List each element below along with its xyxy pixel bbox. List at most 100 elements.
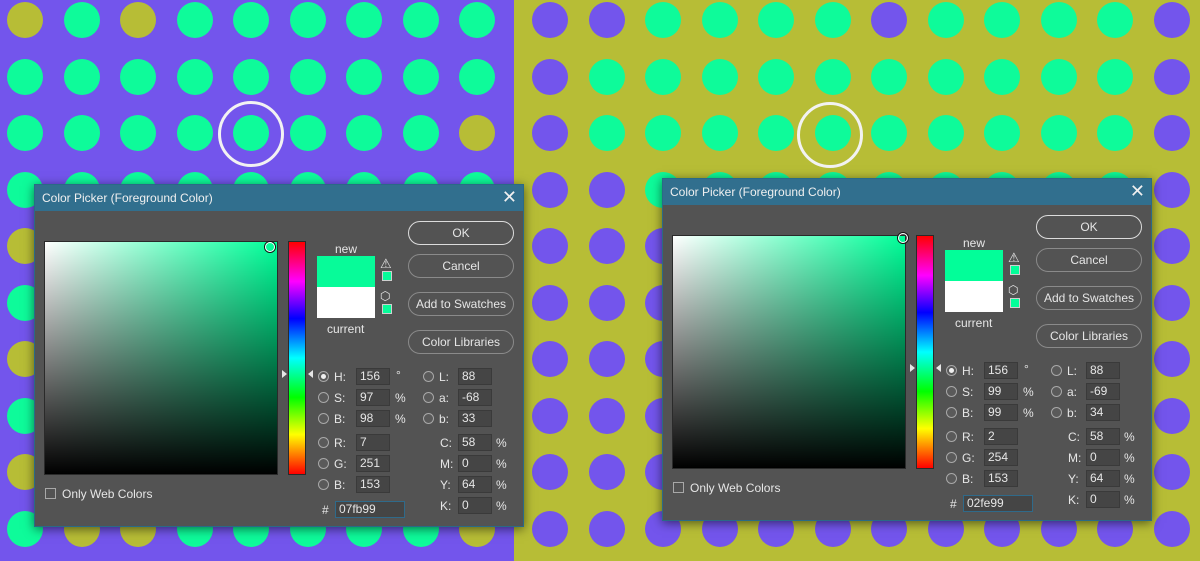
pattern-dot: [532, 454, 568, 490]
radio-blue[interactable]: [318, 479, 329, 490]
unit-pct-c: %: [496, 436, 507, 450]
color-libraries-button[interactable]: Color Libraries: [408, 330, 514, 354]
radio-h[interactable]: [318, 371, 329, 382]
input-y[interactable]: 64: [1086, 470, 1120, 487]
add-to-swatches-button[interactable]: Add to Swatches: [408, 292, 514, 316]
input-r[interactable]: 7: [356, 434, 390, 451]
input-b[interactable]: 99: [984, 404, 1018, 421]
saturation-brightness-field[interactable]: [672, 233, 908, 469]
pattern-dot: [459, 2, 495, 38]
input-h[interactable]: 156: [984, 362, 1018, 379]
hue-slider-left-arrow-icon[interactable]: [910, 363, 915, 372]
radio-a[interactable]: [1051, 386, 1062, 397]
input-lab-b[interactable]: 33: [458, 410, 492, 427]
web-safe-cube-icon[interactable]: ⬡: [380, 289, 390, 303]
web-safe-cube-icon[interactable]: ⬡: [1008, 283, 1018, 297]
pattern-dot: [588, 115, 625, 151]
radio-r[interactable]: [946, 431, 957, 442]
input-c[interactable]: 58: [1086, 428, 1120, 445]
input-k[interactable]: 0: [458, 497, 492, 514]
pattern-dot: [645, 115, 681, 151]
color-field-marker[interactable]: [897, 233, 908, 244]
radio-blue[interactable]: [946, 473, 957, 484]
radio-lab-b[interactable]: [423, 413, 434, 424]
pattern-dot: [1153, 171, 1190, 208]
hue-slider-right-arrow-icon[interactable]: [308, 369, 313, 378]
input-s[interactable]: 97: [356, 389, 390, 406]
radio-a[interactable]: [423, 392, 434, 403]
hex-input[interactable]: 07fb99: [335, 501, 405, 518]
new-label: new: [963, 236, 986, 250]
ok-button[interactable]: OK: [1036, 215, 1142, 239]
warning-icon[interactable]: ⚠: [1008, 250, 1020, 266]
input-k[interactable]: 0: [1086, 491, 1120, 508]
warning-icon[interactable]: ⚠: [380, 256, 392, 272]
hue-slider[interactable]: [288, 241, 306, 475]
radio-b[interactable]: [318, 413, 329, 424]
input-r[interactable]: 2: [984, 428, 1018, 445]
input-m[interactable]: 0: [458, 455, 492, 472]
gamut-warning-swatch[interactable]: [1010, 265, 1020, 275]
radio-h[interactable]: [946, 365, 957, 376]
only-web-colors-checkbox[interactable]: [673, 482, 684, 493]
input-m[interactable]: 0: [1086, 449, 1120, 466]
field-black-layer: [673, 236, 905, 468]
label-y: Y:: [440, 478, 451, 492]
unit-pct-k: %: [496, 499, 507, 513]
input-g[interactable]: 251: [356, 455, 390, 472]
input-a[interactable]: -68: [458, 389, 492, 406]
only-web-colors-checkbox[interactable]: [45, 488, 56, 499]
saturation-brightness-field[interactable]: [44, 241, 278, 475]
color-field-marker[interactable]: [265, 241, 276, 252]
cancel-button[interactable]: Cancel: [1036, 248, 1142, 272]
pattern-dot: [1097, 115, 1133, 151]
current-label: current: [955, 316, 993, 330]
input-a[interactable]: -69: [1086, 383, 1120, 400]
close-icon[interactable]: ✕: [1130, 181, 1145, 201]
dialog-titlebar[interactable]: Color Picker (Foreground Color) ✕: [663, 179, 1151, 205]
radio-l[interactable]: [1051, 365, 1062, 376]
cancel-button[interactable]: Cancel: [408, 254, 514, 278]
radio-s[interactable]: [318, 392, 329, 403]
hue-slider-right-arrow-icon[interactable]: [936, 363, 941, 372]
input-lab-b[interactable]: 34: [1086, 404, 1120, 421]
radio-g[interactable]: [318, 458, 329, 469]
hue-slider[interactable]: [916, 235, 934, 469]
radio-b[interactable]: [946, 407, 957, 418]
pattern-dot: [588, 510, 625, 547]
current-color-swatch[interactable]: [317, 287, 375, 318]
input-b[interactable]: 98: [356, 410, 390, 427]
radio-lab-b[interactable]: [1051, 407, 1062, 418]
input-s[interactable]: 99: [984, 383, 1018, 400]
label-k: K:: [440, 499, 452, 513]
input-y[interactable]: 64: [458, 476, 492, 493]
input-l[interactable]: 88: [458, 368, 492, 385]
close-icon[interactable]: ✕: [502, 187, 517, 207]
color-libraries-button[interactable]: Color Libraries: [1036, 324, 1142, 348]
input-blue[interactable]: 153: [356, 476, 390, 493]
web-safe-swatch[interactable]: [1010, 298, 1020, 308]
pattern-dot: [588, 2, 625, 38]
input-c[interactable]: 58: [458, 434, 492, 451]
pattern-dot: [1153, 228, 1190, 264]
label-lab-b: b:: [439, 412, 450, 426]
input-blue[interactable]: 153: [984, 470, 1018, 487]
radio-g[interactable]: [946, 452, 957, 463]
hue-slider-left-arrow-icon[interactable]: [282, 369, 287, 378]
web-safe-swatch[interactable]: [382, 304, 392, 314]
input-g[interactable]: 254: [984, 449, 1018, 466]
input-h[interactable]: 156: [356, 368, 390, 385]
ok-button[interactable]: OK: [408, 221, 514, 245]
pattern-dot: [7, 58, 43, 95]
dialog-titlebar[interactable]: Color Picker (Foreground Color) ✕: [35, 185, 523, 211]
hex-input[interactable]: 02fe99: [963, 495, 1033, 512]
radio-l[interactable]: [423, 371, 434, 382]
add-to-swatches-button[interactable]: Add to Swatches: [1036, 286, 1142, 310]
gamut-warning-swatch[interactable]: [382, 271, 392, 281]
current-color-swatch[interactable]: [945, 281, 1003, 312]
input-l[interactable]: 88: [1086, 362, 1120, 379]
label-r: R:: [334, 436, 346, 450]
pattern-dot: [758, 58, 794, 95]
radio-s[interactable]: [946, 386, 957, 397]
radio-r[interactable]: [318, 437, 329, 448]
